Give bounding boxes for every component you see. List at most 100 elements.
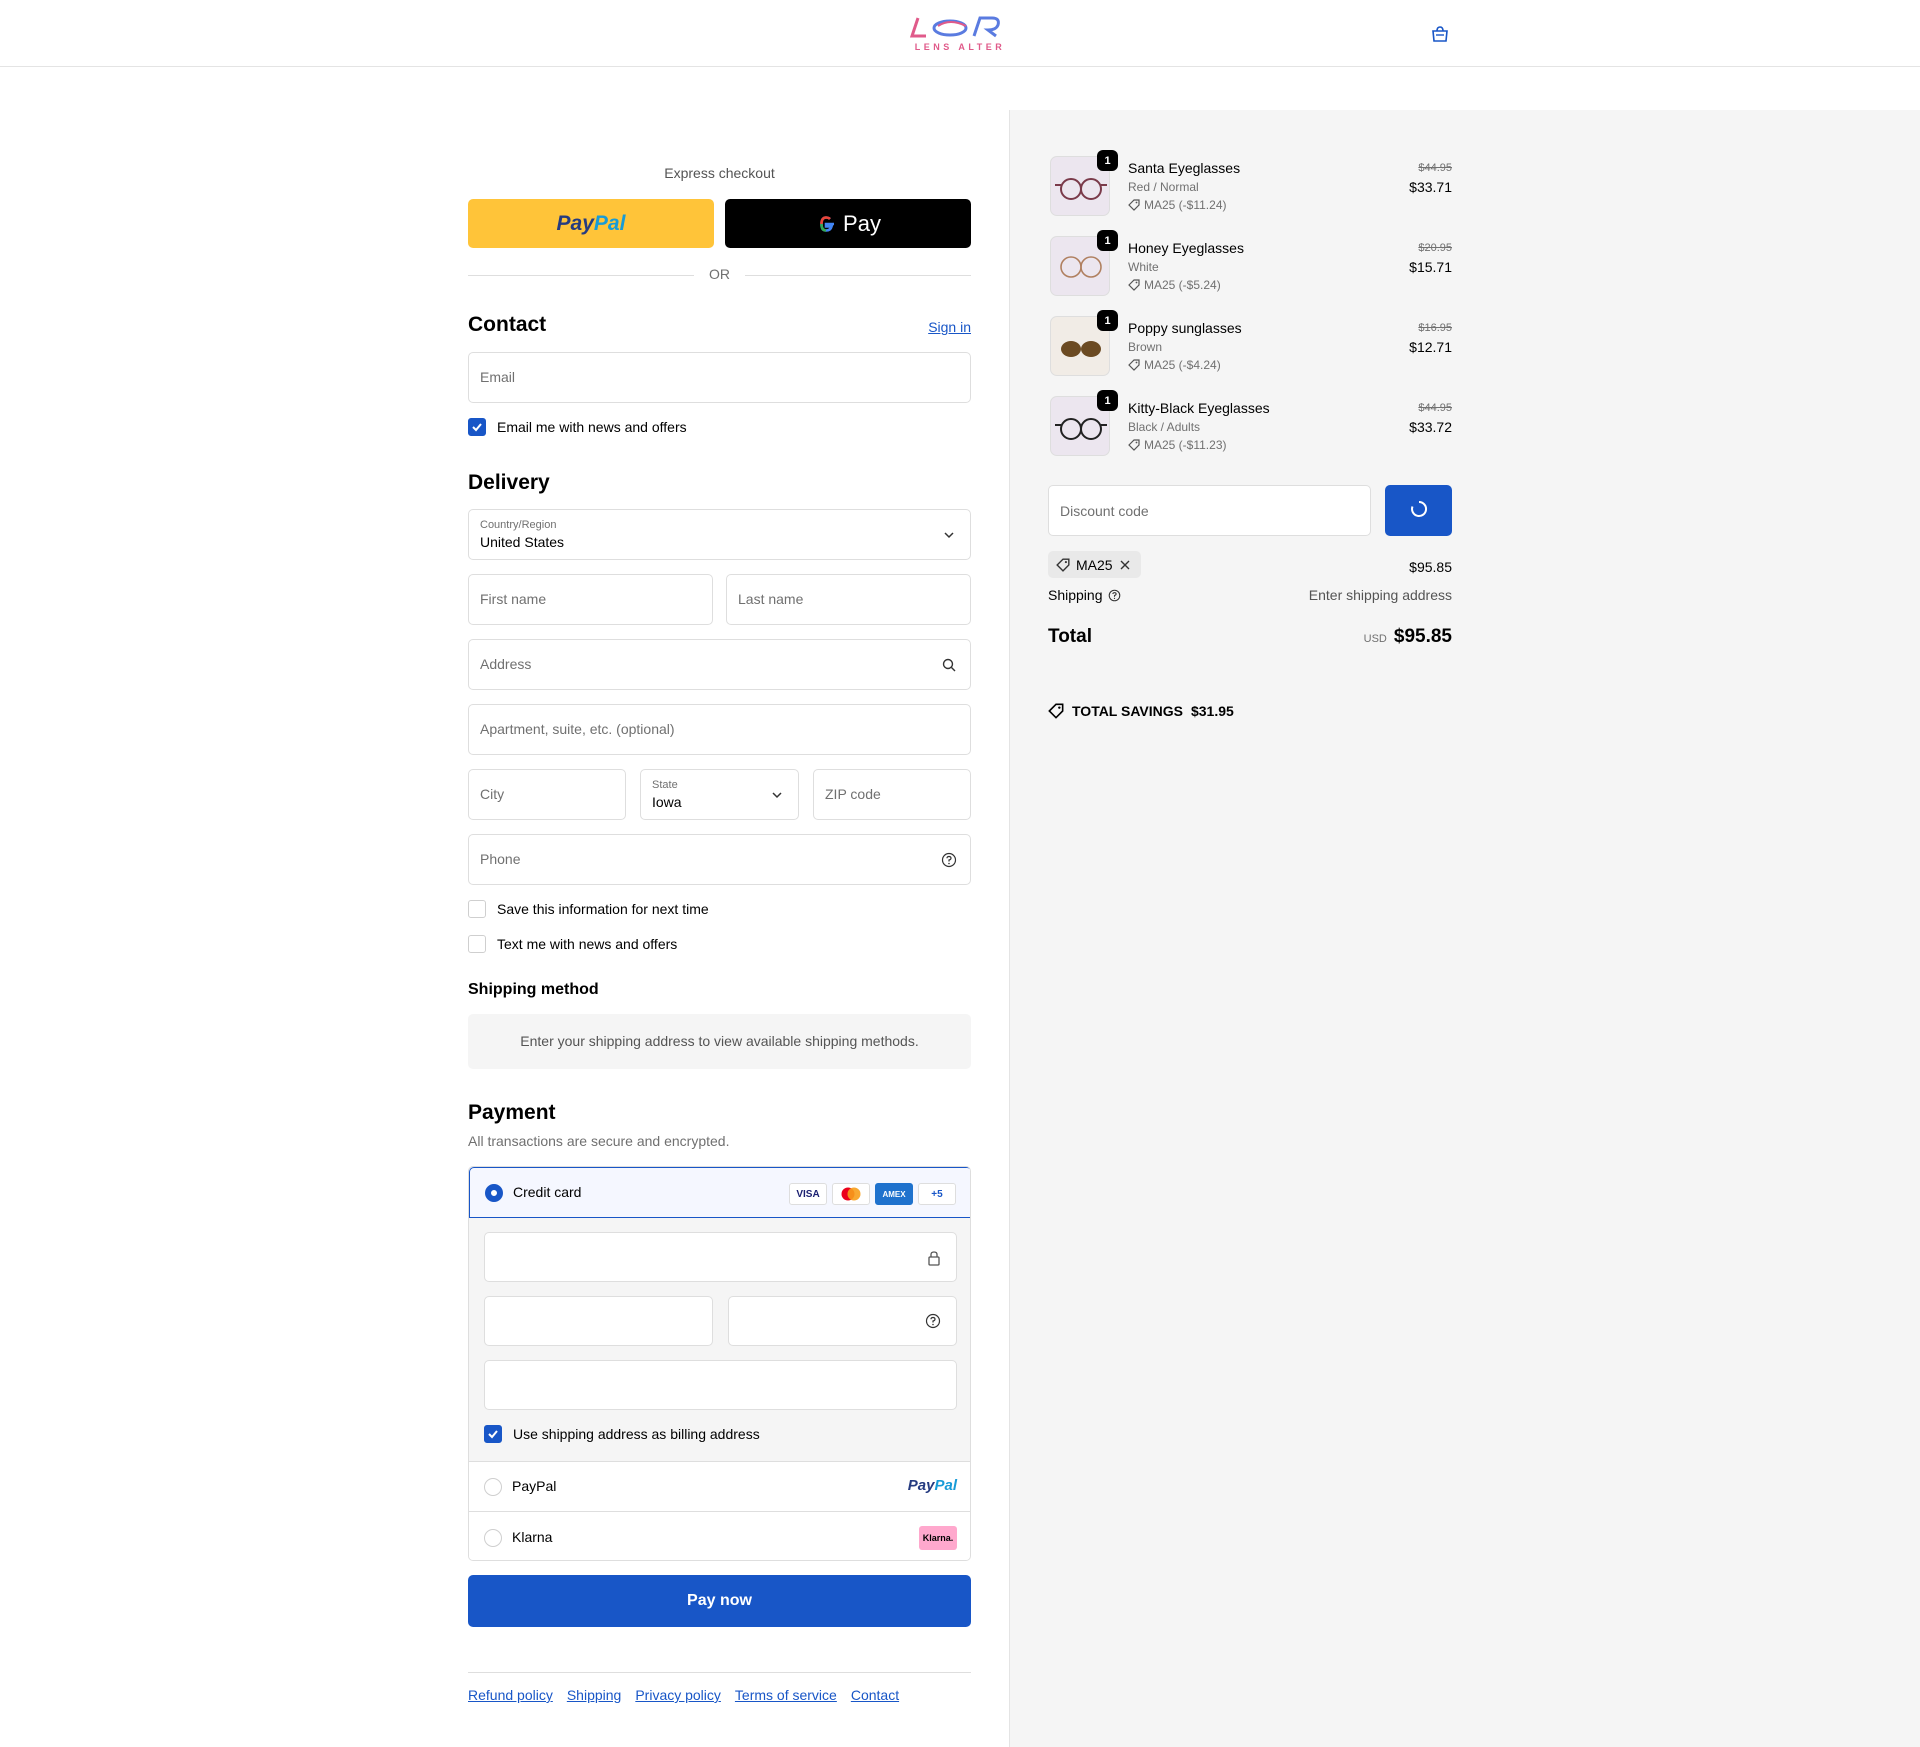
item-name: Kitty-Black Eyeglasses (1128, 400, 1270, 416)
applied-code: MA25 (1076, 556, 1113, 573)
item-variant: Brown (1128, 340, 1163, 354)
expiration-field[interactable] (484, 1296, 713, 1346)
applied-discount-chip: MA25 (1048, 551, 1141, 578)
privacy-policy-link[interactable]: Privacy policy (635, 1687, 721, 1703)
email-field[interactable]: Email (468, 352, 971, 403)
shipping-method-heading: Shipping method (468, 981, 599, 998)
credit-card-radio[interactable] (485, 1184, 503, 1202)
text-me-row[interactable]: Text me with news and offers (468, 934, 677, 954)
google-pay-button[interactable]: Pay (725, 199, 971, 248)
header: LENS ALTER (0, 0, 1920, 67)
logo-text: LENS ALTER (914, 42, 1006, 52)
email-news-checkbox[interactable] (468, 418, 486, 436)
tag-icon (1128, 279, 1140, 291)
paypal-option[interactable]: PayPal PayPal (469, 1462, 970, 1512)
express-checkout-label: Express checkout (664, 165, 775, 181)
phone-field[interactable]: Phone (468, 834, 971, 885)
item-price: $33.71 (1409, 179, 1452, 195)
cart-item: 1 Poppy sunglasses Brown MA25 (-$4.24) $… (1048, 310, 1452, 378)
country-select[interactable]: Country/Region United States (468, 509, 971, 560)
loading-spinner-icon (1410, 500, 1427, 517)
item-name: Santa Eyeglasses (1128, 160, 1241, 176)
close-icon[interactable] (1119, 559, 1131, 571)
shipping-row: Shipping Enter shipping address (1048, 587, 1452, 603)
last-name-field[interactable]: Last name (726, 574, 971, 625)
total-row: Total USD $95.85 (1048, 626, 1452, 648)
klarna-logo: Klarna. (919, 1526, 957, 1550)
quantity-badge: 1 (1097, 230, 1118, 251)
billing-same-label: Use shipping address as billing address (513, 1426, 760, 1442)
contact-link[interactable]: Contact (851, 1687, 899, 1703)
shipping-link[interactable]: Shipping (567, 1687, 622, 1703)
save-info-row[interactable]: Save this information for next time (468, 899, 709, 919)
cart-bag-icon[interactable] (1430, 25, 1450, 43)
klarna-radio[interactable] (484, 1529, 502, 1547)
delivery-heading: Delivery (468, 471, 550, 494)
help-circle-icon[interactable] (1108, 589, 1121, 602)
credit-card-label: Credit card (513, 1184, 582, 1200)
credit-card-option[interactable]: Credit card VISA AMEX +5 (469, 1167, 970, 1218)
text-me-checkbox[interactable] (468, 935, 486, 953)
credit-card-form: Use shipping address as billing address (469, 1218, 970, 1462)
apply-discount-button[interactable] (1385, 485, 1452, 536)
save-info-checkbox[interactable] (468, 900, 486, 918)
state-select[interactable]: State Iowa (640, 769, 799, 820)
or-divider: OR (468, 266, 971, 284)
shipping-label: Shipping (1048, 587, 1103, 603)
currency-code: USD (1363, 633, 1387, 645)
discount-code-field[interactable]: Discount code (1048, 485, 1371, 536)
mastercard-icon (832, 1183, 870, 1205)
zip-field[interactable]: ZIP code (813, 769, 971, 820)
item-variant: Black / Adults (1128, 420, 1201, 434)
text-me-label: Text me with news and offers (497, 936, 678, 952)
quantity-badge: 1 (1097, 310, 1118, 331)
item-original-price: $20.95 (1418, 242, 1452, 254)
tag-icon (1056, 557, 1070, 572)
email-news-row[interactable]: Email me with news and offers (468, 417, 687, 437)
name-on-card-field[interactable] (484, 1360, 957, 1410)
item-original-price: $16.95 (1418, 322, 1452, 334)
footer-links: Refund policy Shipping Privacy policy Te… (468, 1672, 971, 1703)
billing-same-checkbox[interactable] (484, 1425, 502, 1443)
tag-icon (1048, 703, 1064, 719)
savings-value: $31.95 (1190, 703, 1234, 719)
item-price: $12.71 (1409, 339, 1452, 355)
payment-heading: Payment (468, 1101, 556, 1124)
check-icon (488, 1430, 498, 1439)
paypal-express-button[interactable]: Pay Pal (468, 199, 714, 248)
payment-methods: Credit card VISA AMEX +5 Use shipping ad… (468, 1166, 971, 1561)
klarna-option[interactable]: Klarna Klarna. (469, 1513, 970, 1560)
logo[interactable]: LENS ALTER (908, 14, 1012, 54)
save-info-label: Save this information for next time (497, 901, 709, 917)
item-variant: White (1128, 260, 1159, 274)
address-field[interactable]: Address (468, 639, 971, 690)
card-number-field[interactable] (484, 1232, 957, 1282)
apartment-field[interactable]: Apartment, suite, etc. (optional) (468, 704, 971, 755)
chevron-down-icon (772, 792, 782, 799)
cart-item: 1 Kitty-Black Eyeglasses Black / Adults … (1048, 390, 1452, 458)
contact-heading: Contact (468, 313, 547, 336)
card-badges: VISA AMEX +5 (789, 1183, 956, 1205)
pay-now-button[interactable]: Pay now (468, 1575, 971, 1627)
security-code-field[interactable] (728, 1296, 957, 1346)
sign-in-link[interactable]: Sign in (928, 319, 971, 335)
item-name: Poppy sunglasses (1128, 320, 1242, 336)
paypal-radio[interactable] (484, 1478, 502, 1496)
item-original-price: $44.95 (1418, 402, 1452, 414)
help-circle-icon[interactable] (925, 1313, 941, 1329)
help-circle-icon[interactable] (941, 852, 957, 868)
total-value: $95.85 (1393, 626, 1452, 647)
cart-item: 1 Honey Eyeglasses White MA25 (-$5.24) $… (1048, 230, 1452, 298)
google-g-icon (820, 215, 835, 232)
city-field[interactable]: City (468, 769, 626, 820)
chevron-down-icon (944, 532, 954, 539)
total-label: Total (1048, 626, 1092, 647)
terms-of-service-link[interactable]: Terms of service (735, 1687, 837, 1703)
shipping-value: Enter shipping address (1308, 587, 1452, 603)
amex-icon: AMEX (875, 1183, 913, 1205)
savings-label: TOTAL SAVINGS (1072, 703, 1183, 719)
refund-policy-link[interactable]: Refund policy (468, 1687, 553, 1703)
payment-subtitle: All transactions are secure and encrypte… (468, 1133, 730, 1149)
first-name-field[interactable]: First name (468, 574, 713, 625)
billing-same-row[interactable]: Use shipping address as billing address (484, 1424, 760, 1444)
